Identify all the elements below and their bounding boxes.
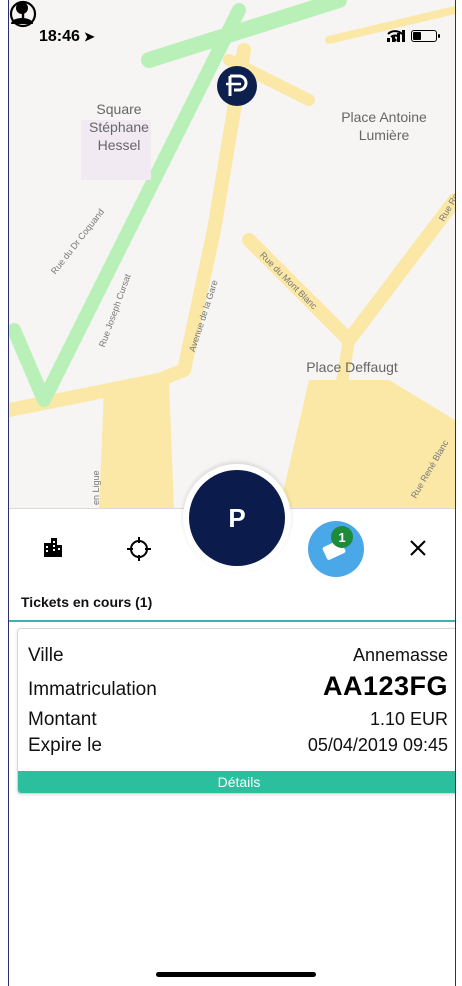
section-divider — [9, 620, 455, 622]
app-screen: Square Stéphane Hessel Place Antoine Lum… — [8, 0, 456, 986]
tickets-section-title: Tickets en cours (1) — [21, 594, 153, 610]
parking-button[interactable]: P — [189, 470, 285, 566]
info-icon[interactable] — [9, 0, 37, 28]
status-icons — [387, 30, 440, 42]
ticket-row-ville: Ville Annemasse — [28, 645, 448, 667]
details-button[interactable]: Détails — [18, 771, 455, 793]
street-label-ligue: en Ligue — [91, 470, 101, 505]
montant-label: Montant — [28, 709, 97, 730]
location-arrow-icon: ➤ — [83, 29, 95, 44]
ville-value: Annemasse — [352, 645, 448, 665]
wifi-icon — [387, 30, 403, 42]
tickets-count-badge: 1 — [331, 526, 353, 548]
battery-level — [413, 32, 421, 40]
close-icon[interactable] — [407, 537, 429, 559]
map-view[interactable]: Square Stéphane Hessel Place Antoine Lum… — [9, 0, 455, 510]
logo-icon — [226, 74, 248, 96]
map-label-place-antoine: Place Antoine Lumière — [341, 109, 427, 143]
ticket-row-immat: Immatriculation AA123FG — [28, 671, 448, 702]
status-bar: 18:46 ➤ — [9, 0, 455, 45]
immatriculation-label: Immatriculation — [28, 679, 157, 700]
status-time: 18:46 ➤ — [39, 28, 95, 45]
crosshair-icon[interactable] — [125, 535, 153, 563]
map-label-square: Square Stéphane Hessel — [89, 101, 149, 153]
ticket-row-expire: Expire le 05/04/2019 09:45 — [28, 735, 448, 757]
expire-label: Expire le — [28, 735, 102, 756]
battery-icon — [411, 30, 440, 42]
home-indicator[interactable] — [156, 972, 316, 977]
city-icon[interactable] — [41, 535, 65, 559]
license-plate-value: AA123FG — [322, 671, 448, 701]
map-label-place-deffaugt: Place Deffaugt — [306, 359, 398, 375]
expire-value: 05/04/2019 09:45 — [307, 735, 448, 755]
ticket-card[interactable]: Ville Annemasse Immatriculation AA123FG … — [17, 628, 455, 794]
ville-label: Ville — [28, 645, 64, 666]
app-logo — [217, 66, 257, 106]
montant-value: 1.10 EUR — [369, 709, 448, 729]
ticket-row-montant: Montant 1.10 EUR — [28, 709, 448, 731]
